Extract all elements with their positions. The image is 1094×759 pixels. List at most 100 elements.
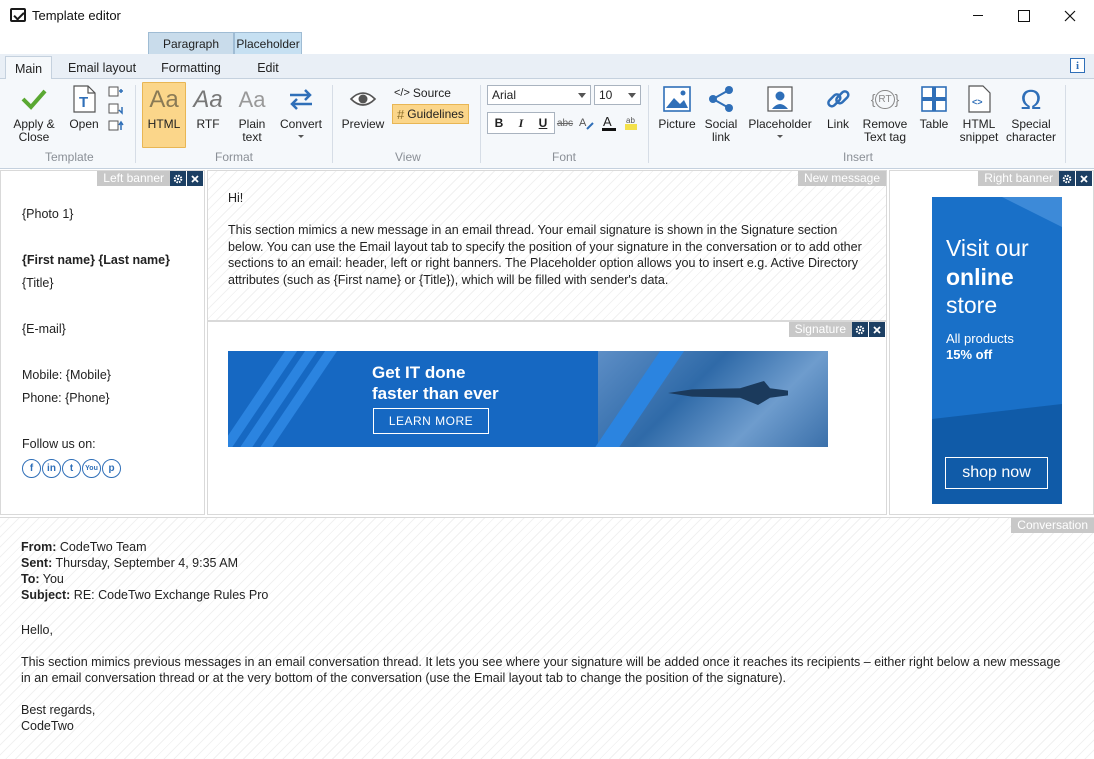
highlight-button[interactable]: ab [621, 113, 641, 133]
placeholder-button[interactable]: Placeholder [746, 83, 814, 140]
bold-button[interactable]: B [489, 113, 509, 133]
settings-button[interactable] [1059, 171, 1075, 186]
chevron-down-icon [777, 135, 783, 138]
link-label: Link [826, 117, 849, 131]
apply-close-label: Apply & Close [13, 117, 55, 144]
highlight-icon: ab [625, 116, 637, 130]
social-link-label: Social link [704, 117, 738, 144]
tab-edit[interactable]: Edit [234, 56, 302, 79]
pinterest-icon[interactable]: p [102, 459, 121, 478]
link-icon [822, 83, 854, 115]
close-icon [191, 174, 199, 183]
picture-label: Picture [658, 117, 696, 131]
italic-button[interactable]: I [511, 113, 531, 133]
special-character-button[interactable]: Ω Special character [1005, 83, 1057, 144]
save-template-icon[interactable] [108, 119, 124, 133]
close-button[interactable] [1047, 0, 1093, 31]
remove-section-button[interactable] [1076, 171, 1092, 186]
to-label: To: [21, 572, 40, 586]
twitter-icon[interactable]: t [62, 459, 81, 478]
underline-button[interactable]: U [533, 113, 553, 133]
svg-text:<>: <> [972, 97, 983, 107]
svg-text:T: T [79, 94, 88, 111]
conversation-body: This section mimics previous messages in… [21, 655, 1061, 685]
new-message-panel[interactable]: New message Hi! This section mimics a ne… [207, 170, 887, 321]
open-button[interactable]: T Open [64, 83, 104, 131]
convert-icon [285, 83, 317, 115]
signature-tag: Signature [788, 322, 852, 337]
omega-icon: Ω [1020, 83, 1042, 115]
strikethrough-button[interactable]: abc [555, 113, 575, 133]
minimize-button[interactable] [955, 0, 1001, 31]
social-link-button[interactable]: Social link [702, 83, 740, 144]
settings-button[interactable] [852, 322, 868, 337]
phone-placeholder: Phone: {Phone} [22, 391, 110, 405]
remove-section-button[interactable] [869, 322, 885, 337]
to-line: To: You [21, 571, 64, 587]
font-size-select[interactable]: 10 [594, 85, 641, 105]
ad-sub-2: 15% off [946, 347, 993, 362]
source-label: Source [412, 86, 451, 100]
from-label: From: [21, 540, 57, 554]
ad-headline: Visit our online store [946, 234, 1029, 320]
conversation-panel[interactable]: Conversation From: CodeTwo Team Sent: Th… [0, 517, 1094, 759]
text-tag-icon: {RT} [870, 89, 900, 109]
name-placeholder: {First name} {Last name} [22, 253, 170, 267]
tab-formatting[interactable]: Formatting [148, 56, 234, 79]
special-character-label: Special character [1005, 117, 1057, 144]
settings-button[interactable] [170, 171, 186, 186]
font-color-button[interactable]: A [599, 113, 619, 133]
ad-decoration [1002, 197, 1062, 227]
linkedin-icon[interactable]: in [42, 459, 61, 478]
maximize-button[interactable] [1001, 0, 1047, 31]
subject-value: RE: CodeTwo Exchange Rules Pro [73, 588, 269, 602]
conversation-sender: CodeTwo [21, 719, 74, 733]
html-format-button[interactable]: Aa HTML [142, 82, 186, 148]
new-message-greeting: Hi! [228, 191, 244, 205]
facebook-icon[interactable]: f [22, 459, 41, 478]
signature-banner-image[interactable]: Get IT done faster than ever LEARN MORE [228, 351, 828, 447]
banner-headline: Get IT done faster than ever [372, 363, 499, 403]
html-label: HTML [147, 117, 181, 131]
left-banner-panel[interactable]: Left banner {Photo 1} {First name} {Last… [0, 170, 205, 515]
chevron-down-icon [298, 135, 304, 138]
right-banner-ad[interactable]: Visit our online store All products 15% … [932, 197, 1062, 504]
export-icon[interactable] [108, 102, 124, 116]
apply-close-button[interactable]: Apply & Close [8, 83, 60, 144]
picture-button[interactable]: Picture [656, 83, 698, 131]
info-icon[interactable]: i [1070, 58, 1085, 73]
separator [332, 85, 333, 163]
youtube-icon[interactable]: You [82, 459, 101, 478]
remove-section-button[interactable] [187, 171, 203, 186]
learn-more-button[interactable]: LEARN MORE [373, 408, 489, 434]
ad-decoration [932, 404, 1062, 504]
plain-text-button[interactable]: Aa Plain text [233, 83, 271, 144]
right-banner-panel[interactable]: Right banner Visit our online store All … [889, 170, 1094, 515]
convert-button[interactable]: Convert [277, 83, 325, 140]
rtf-format-button[interactable]: Aa RTF [190, 83, 226, 131]
tab-email-layout[interactable]: Email layout [58, 56, 146, 79]
tab-main[interactable]: Main [5, 56, 52, 80]
import-icon[interactable] [108, 85, 124, 99]
to-value: You [42, 572, 64, 586]
group-label-insert: Insert [843, 150, 874, 164]
preview-button[interactable]: Preview [340, 83, 386, 131]
separator [480, 85, 481, 163]
clear-format-button[interactable]: A [576, 113, 596, 133]
svg-text:A: A [603, 114, 612, 129]
left-banner-tag: Left banner [97, 171, 170, 186]
source-button[interactable]: </> Source [394, 85, 451, 101]
font-family-select[interactable]: Arial [487, 85, 591, 105]
group-label-format: Format [215, 150, 254, 164]
html-snippet-button[interactable]: <> HTML snippet [956, 83, 1002, 144]
guidelines-button[interactable]: # Guidelines [392, 104, 469, 124]
shop-now-button[interactable]: shop now [945, 457, 1048, 489]
signature-panel[interactable]: Signature Get IT done faster than ever L… [207, 321, 887, 515]
link-button[interactable]: Link [820, 83, 856, 131]
title-bar: Template editor [0, 0, 1094, 31]
remove-text-tag-button[interactable]: {RT} Remove Text tag [860, 83, 910, 144]
template-small-buttons [108, 85, 126, 133]
svg-text:ab: ab [626, 116, 635, 125]
table-button[interactable]: Table [916, 83, 952, 131]
open-label: Open [69, 117, 99, 131]
